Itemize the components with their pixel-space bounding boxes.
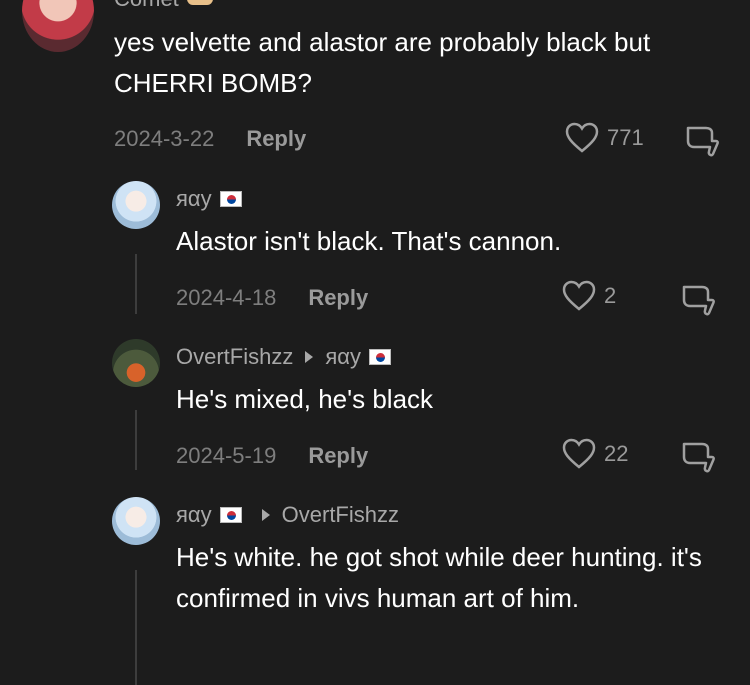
thread-line: [135, 254, 137, 314]
like-button[interactable]: 771: [565, 122, 644, 154]
reply-to-username[interactable]: OvertFishzz: [282, 502, 399, 528]
reply-username[interactable]: яαу OvertFishzz: [176, 502, 399, 528]
avatar[interactable]: [112, 339, 160, 387]
reply-meta: 2024-5-19 Reply: [176, 443, 368, 469]
thread-line: [135, 410, 137, 470]
reply-text: He's mixed, he's black: [176, 384, 434, 414]
dislike-icon[interactable]: [680, 440, 716, 474]
like-button[interactable]: 2: [562, 280, 616, 312]
comment-date: 2024-3-22: [114, 126, 215, 151]
thread-line: [135, 570, 137, 685]
like-count: 22: [604, 441, 629, 466]
dislike-icon[interactable]: [684, 124, 720, 158]
comment-meta: 2024-3-22 Reply: [114, 126, 306, 152]
like-button[interactable]: 22: [562, 438, 628, 470]
reply-button[interactable]: Reply: [308, 443, 368, 469]
heart-icon: [565, 122, 599, 153]
reply-arrow-icon: [305, 351, 314, 363]
reply-button[interactable]: Reply: [246, 126, 306, 152]
avatar[interactable]: [112, 181, 160, 229]
like-count: 2: [604, 283, 617, 308]
reply-arrow-icon: [261, 509, 270, 521]
comment-username[interactable]: Comet: [114, 0, 213, 12]
comment-text: yes velvette and alastor are probably bl…: [114, 27, 651, 98]
hand-emoji-icon: [186, 0, 213, 5]
reply-date: 2024-5-19: [176, 443, 277, 468]
dislike-icon[interactable]: [680, 283, 716, 317]
reply-text: He's white. he got shot while deer hunti…: [176, 542, 702, 613]
reply-meta: 2024-4-18 Reply: [176, 285, 368, 311]
heart-icon: [562, 280, 596, 311]
reply-username[interactable]: OvertFishzz яαу: [176, 344, 391, 370]
heart-icon: [562, 438, 596, 469]
korea-flag-icon: [369, 349, 391, 365]
like-count: 771: [607, 125, 644, 150]
reply-date: 2024-4-18: [176, 285, 277, 310]
reply-username[interactable]: яαу: [176, 186, 242, 212]
reply-button[interactable]: Reply: [308, 285, 368, 311]
korea-flag-icon: [219, 507, 242, 523]
korea-flag-icon: [219, 191, 242, 207]
reply-text: Alastor isn't black. That's cannon.: [176, 226, 562, 256]
avatar[interactable]: [112, 497, 160, 545]
reply-to-username[interactable]: яαу: [325, 344, 361, 370]
avatar[interactable]: [22, 0, 94, 52]
